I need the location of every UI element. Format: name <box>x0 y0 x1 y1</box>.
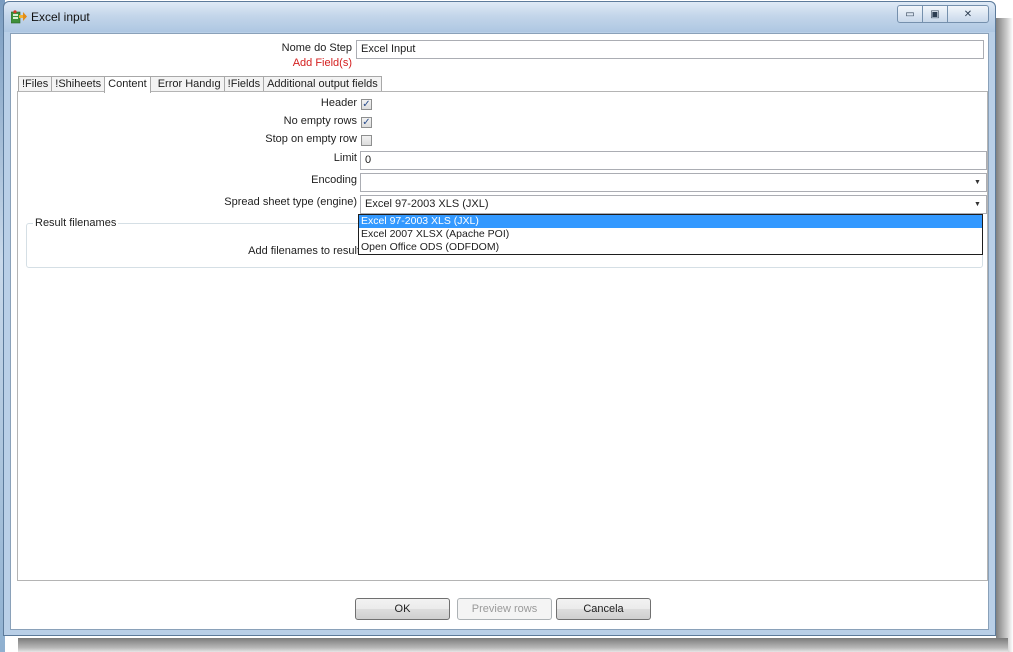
add-filenames-label: Add filenames to result <box>248 245 360 257</box>
step-name-label: Nome do Step <box>281 42 352 54</box>
no-empty-rows-checkbox[interactable]: ✓ <box>361 117 372 128</box>
cancel-button[interactable]: Cancela <box>556 598 651 620</box>
limit-label: Limit <box>333 152 357 164</box>
desktop-background-corner <box>993 0 1013 20</box>
stop-on-empty-row-checkbox[interactable] <box>361 135 372 146</box>
tab-content[interactable]: Content <box>104 76 151 93</box>
minimize-button[interactable]: ▭ <box>897 5 923 23</box>
tab-bar: !Files !Shiheets Content Error Handıg !F… <box>18 76 382 93</box>
option-excel-97-2003[interactable]: Excel 97-2003 XLS (JXL) <box>359 215 982 228</box>
excel-input-dialog: Excel input ▭ ▣ ✕ Nome do Step Excel Inp… <box>3 1 996 636</box>
window-shadow-bottom <box>18 638 1008 652</box>
window-title: Excel input <box>31 10 90 24</box>
tab-fields[interactable]: !Fields <box>223 76 265 92</box>
title-bar[interactable]: Excel input ▭ ▣ ✕ <box>4 2 995 32</box>
limit-input[interactable]: 0 <box>360 151 987 170</box>
header-checkbox[interactable]: ✓ <box>361 99 372 110</box>
maximize-icon: ▣ <box>930 8 940 20</box>
header-label: Header <box>320 97 357 109</box>
spreadsheet-type-combo[interactable]: Excel 97-2003 XLS (JXL) ▼ <box>360 195 987 214</box>
dialog-body: Nome do Step Excel Input Add Field(s) !F… <box>10 33 989 630</box>
tab-additional-output-fields[interactable]: Additional output fields <box>263 76 382 92</box>
encoding-label: Encoding <box>311 174 357 186</box>
no-empty-rows-label: No empty rows <box>283 115 357 127</box>
stop-on-empty-row-label: Stop on empty row <box>265 133 357 145</box>
tab-error-handling[interactable]: Error Handıg <box>149 76 225 92</box>
tab-files[interactable]: !Files <box>18 76 53 92</box>
tab-sheets[interactable]: !Shiheets <box>51 76 106 92</box>
spreadsheet-type-label: Spread sheet type (engine) <box>224 196 357 208</box>
option-excel-2007-xlsx[interactable]: Excel 2007 XLSX (Apache POI) <box>359 228 982 241</box>
spreadsheet-type-value: Excel 97-2003 XLS (JXL) <box>365 198 489 210</box>
ok-button[interactable]: OK <box>355 598 450 620</box>
window-shadow-right <box>996 18 1013 652</box>
chevron-down-icon[interactable]: ▼ <box>969 196 986 213</box>
close-icon: ✕ <box>963 8 973 20</box>
encoding-combo[interactable]: ▼ <box>360 173 987 192</box>
close-button[interactable]: ✕ <box>947 5 989 23</box>
minimize-icon: ▭ <box>905 8 915 20</box>
maximize-button[interactable]: ▣ <box>922 5 948 23</box>
preview-rows-button[interactable]: Preview rows <box>457 598 552 620</box>
chevron-down-icon[interactable]: ▼ <box>969 174 986 191</box>
step-name-input[interactable]: Excel Input <box>356 40 984 59</box>
spreadsheet-type-dropdown-list: Excel 97-2003 XLS (JXL) Excel 2007 XLSX … <box>358 214 983 255</box>
add-fields-link[interactable]: Add Field(s) <box>293 57 352 69</box>
content-tab-panel: Header ✓ No empty rows ✓ Stop on empty r… <box>17 91 988 581</box>
result-filenames-title: Result filenames <box>33 217 119 229</box>
option-open-office-ods[interactable]: Open Office ODS (ODFDOM) <box>359 241 982 254</box>
excel-input-step-icon <box>11 10 27 24</box>
